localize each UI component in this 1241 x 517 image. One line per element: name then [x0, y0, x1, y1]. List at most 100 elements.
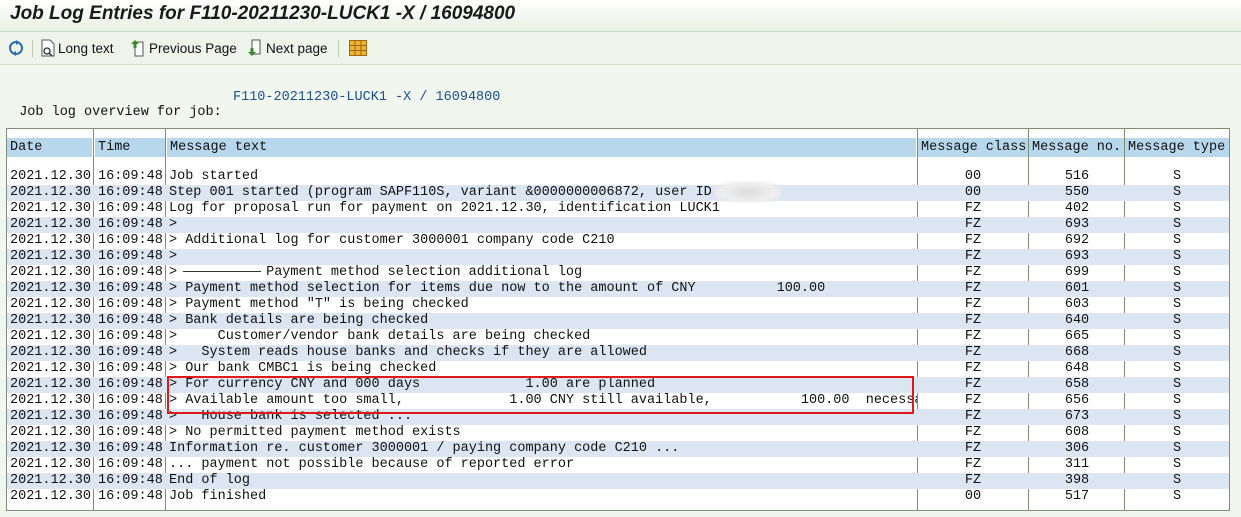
cell-message-type: S — [1172, 377, 1182, 392]
cell-time: 16:09:48 — [98, 409, 163, 424]
page-up-icon — [131, 39, 148, 57]
cell-message-no: 656 — [1064, 393, 1090, 408]
cell-message-class: FZ — [964, 233, 982, 248]
cell-message-class: FZ — [964, 313, 982, 328]
cell-message-text: Job started — [169, 169, 259, 184]
cell-message-class: FZ — [964, 265, 982, 280]
cell-message-no: 601 — [1064, 281, 1090, 296]
cell-date: 2021.12.30 — [10, 249, 92, 264]
table-row[interactable]: 2021.12.30 16:09:48 > System reads house b… — [7, 345, 1229, 361]
cell-message-class: FZ — [964, 441, 982, 456]
cell-message-no: 693 — [1064, 249, 1090, 264]
cell-time: 16:09:48 — [98, 217, 163, 232]
column-header-date[interactable]: Date — [7, 138, 92, 157]
cell-date: 2021.12.30 — [10, 313, 92, 328]
cell-time: 16:09:48 — [98, 425, 163, 440]
table-row[interactable]: 2021.12.30 16:09:48 > FZ 693 S — [7, 217, 1229, 233]
refresh-button[interactable] — [7, 38, 25, 58]
cell-message-text: > System reads house banks and checks if… — [169, 345, 647, 360]
cell-message-text: Log for proposal run for payment on 2021… — [169, 201, 720, 216]
column-header-message-class[interactable]: Message class — [918, 138, 1028, 157]
cell-message-class: 00 — [964, 489, 982, 504]
next-page-label: Next page — [266, 40, 328, 56]
cell-message-text: > — [169, 249, 178, 264]
table-row[interactable]: 2021.12.30 16:09:48 ... payment not possib… — [7, 457, 1229, 473]
application-toolbar: Long text Previous Page Next page — [0, 32, 1241, 65]
column-header-message-no[interactable]: Message no. — [1029, 138, 1124, 157]
cell-message-type: S — [1172, 409, 1182, 424]
job-overview-value: F110-20211230-LUCK1 -X / 16094800 — [233, 90, 501, 105]
cell-message-type: S — [1172, 249, 1182, 264]
cell-message-text-value: Payment method selection additional log — [266, 265, 583, 280]
cell-message-text: End of log — [169, 473, 251, 488]
cell-message-type: S — [1172, 217, 1182, 232]
cell-message-no: 658 — [1064, 377, 1090, 392]
table-row[interactable]: 2021.12.30 16:09:48 > Payment method selec… — [7, 281, 1229, 297]
long-text-label: Long text — [58, 40, 114, 56]
table-row[interactable]: 2021.12.30 16:09:48 End of log FZ 398 S — [7, 473, 1229, 489]
cell-date: 2021.12.30 — [10, 169, 92, 184]
cell-date: 2021.12.30 — [10, 201, 92, 216]
cell-time: 16:09:48 — [98, 281, 163, 296]
cell-time: 16:09:48 — [98, 313, 163, 328]
cell-time: 16:09:48 — [98, 233, 163, 248]
cell-message-class: FZ — [964, 345, 982, 360]
cell-message-type: S — [1172, 233, 1182, 248]
table-row[interactable]: 2021.12.30 16:09:48 Step 001 started (prog… — [7, 185, 1229, 201]
table-row[interactable]: 2021.12.30 16:09:48 > Payment method select… — [7, 265, 1229, 281]
cell-message-text: > Customer/vendor bank details are being… — [169, 329, 591, 344]
cell-message-text: Information re. customer 3000001 / payin… — [169, 441, 680, 456]
cell-message-no: 402 — [1064, 201, 1090, 216]
cell-message-text: Job finished — [169, 489, 267, 504]
cell-message-class: FZ — [964, 329, 982, 344]
cell-date: 2021.12.30 — [10, 361, 92, 376]
table-row[interactable]: 2021.12.30 16:09:48 Job started 00 516 S — [7, 169, 1229, 185]
table-row[interactable]: 2021.12.30 16:09:48 > Customer/vendor bank… — [7, 329, 1229, 345]
table-row[interactable]: 2021.12.30 16:09:48 > Our bank CMBC1 is be… — [7, 361, 1229, 377]
cell-message-class: FZ — [964, 393, 982, 408]
cell-message-class: 00 — [964, 169, 982, 184]
column-header-message-text[interactable]: Message text — [167, 138, 916, 157]
layout-button[interactable] — [349, 38, 367, 58]
refresh-icon — [7, 39, 25, 57]
cell-date: 2021.12.30 — [10, 441, 92, 456]
cell-message-class: FZ — [964, 281, 982, 296]
column-header-time[interactable]: Time — [95, 138, 166, 157]
cell-message-no: 693 — [1064, 217, 1090, 232]
cell-date: 2021.12.30 — [10, 281, 92, 296]
cell-message-text: > No permitted payment method exists — [169, 425, 461, 440]
cell-message-no: 648 — [1064, 361, 1090, 376]
long-text-button[interactable]: Long text — [40, 38, 114, 58]
next-page-button[interactable]: Next page — [248, 38, 328, 58]
table-row[interactable]: 2021.12.30 16:09:48 Information re. custom… — [7, 441, 1229, 457]
table-row[interactable]: 2021.12.30 16:09:48 > FZ 693 S — [7, 249, 1229, 265]
cell-message-type: S — [1172, 345, 1182, 360]
table-row[interactable]: 2021.12.30 16:09:48 Job finished 00 517 S — [7, 489, 1229, 505]
cell-message-text: ... payment not possible because of repo… — [169, 457, 575, 472]
cell-message-class: FZ — [964, 201, 982, 216]
cell-time: 16:09:48 — [98, 441, 163, 456]
cell-message-no: 398 — [1064, 473, 1090, 488]
table-row[interactable]: 2021.12.30 16:09:48 > Additional log for c… — [7, 233, 1229, 249]
cell-message-no: 517 — [1064, 489, 1090, 504]
column-header-message-type[interactable]: Message type — [1125, 138, 1229, 157]
table-row[interactable]: 2021.12.30 16:09:48 > Payment method "T" i… — [7, 297, 1229, 313]
toolbar-separator — [32, 40, 33, 57]
cell-message-class: FZ — [964, 377, 982, 392]
toolbar-separator — [338, 40, 339, 57]
previous-page-label: Previous Page — [149, 40, 237, 56]
table-row[interactable]: 2021.12.30 16:09:48 > Bank details are bei… — [7, 313, 1229, 329]
cell-time: 16:09:48 — [98, 169, 163, 184]
redacted-user-id — [715, 181, 781, 203]
cell-message-text: > Additional log for customer 3000001 co… — [169, 233, 615, 248]
cell-date: 2021.12.30 — [10, 329, 92, 344]
cell-message-text: > Bank details are being checked — [169, 313, 429, 328]
table-row[interactable]: 2021.12.30 16:09:48 > No permitted payment… — [7, 425, 1229, 441]
table-row[interactable]: 2021.12.30 16:09:48 Log for proposal run f… — [7, 201, 1229, 217]
cell-message-class: FZ — [964, 457, 982, 472]
cell-message-type: S — [1172, 489, 1182, 504]
cell-message-no: 668 — [1064, 345, 1090, 360]
previous-page-button[interactable]: Previous Page — [131, 38, 237, 58]
cell-date: 2021.12.30 — [10, 457, 92, 472]
long-text-icon — [40, 39, 57, 57]
